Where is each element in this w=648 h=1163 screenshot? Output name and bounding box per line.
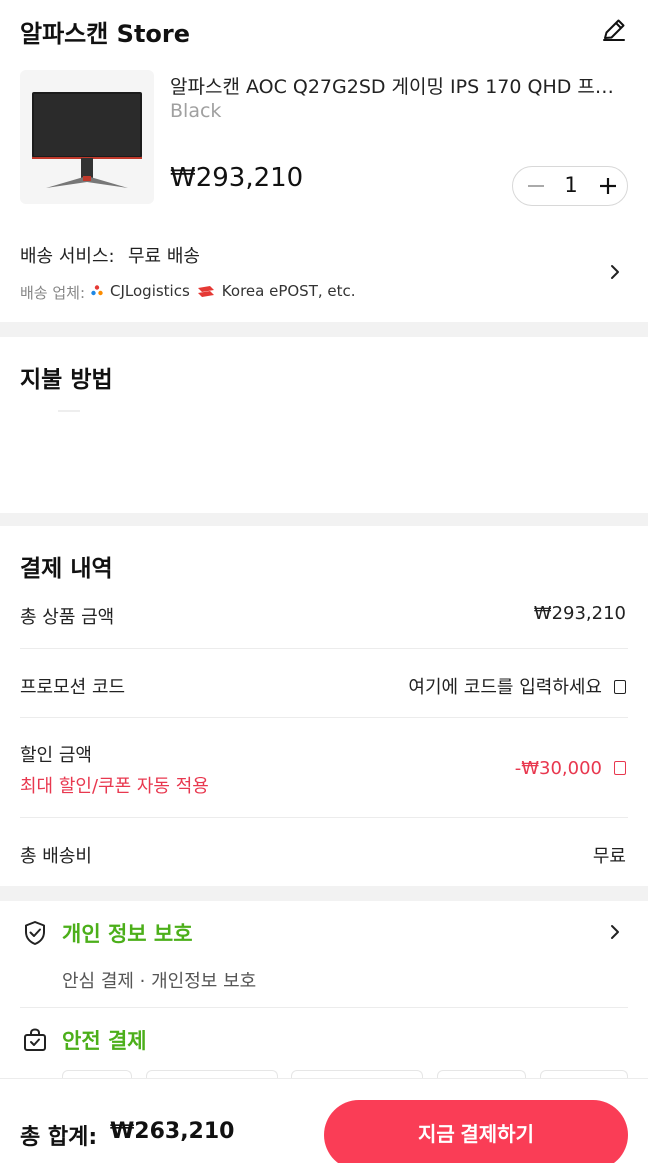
- section-gap: [0, 322, 648, 337]
- summary-title: 결제 내역: [20, 556, 113, 582]
- shipping-fee-label: 총 배송비: [20, 846, 92, 867]
- promo-label: 프로모션 코드: [20, 677, 126, 698]
- promo-placeholder: 여기에 코드를 입력하세요: [408, 677, 602, 698]
- carrier-label: 배송 업체:: [20, 284, 86, 302]
- quantity-stepper: 1: [512, 166, 628, 206]
- pay-now-button[interactable]: 지금 결제하기: [324, 1100, 628, 1163]
- discount-subtext: 최대 할인/쿠폰 자동 적용: [20, 776, 209, 797]
- divider: [20, 817, 628, 818]
- privacy-description: 안심 결제 · 개인정보 보호: [62, 971, 257, 992]
- divider: [20, 717, 628, 718]
- monitor-image-icon: [32, 92, 142, 188]
- section-gap: [0, 886, 648, 901]
- discount-label: 할인 금액: [20, 745, 92, 766]
- discount-amount: -₩30,000: [514, 758, 602, 779]
- shipping-fee-value: 무료: [592, 846, 626, 867]
- secure-payment-title: 안전 결제: [62, 1029, 147, 1053]
- payment-method-placeholder: [58, 410, 80, 412]
- discount-value: -₩30,000: [515, 758, 626, 779]
- minus-icon[interactable]: [521, 171, 551, 201]
- plus-icon[interactable]: [593, 171, 623, 201]
- payment-method-section: 지불 방법: [0, 337, 648, 513]
- secure-bag-icon: [24, 1028, 46, 1051]
- checkout-footer: 총 합계: ₩263,210 지금 결제하기: [0, 1078, 648, 1163]
- chevron-right-icon: [611, 265, 619, 279]
- korea-post-logo-icon: [197, 286, 214, 297]
- chevron-right-icon: [611, 925, 619, 939]
- shipping-service-label: 배송 서비스:: [20, 246, 115, 267]
- cj-logistics-logo-icon: [91, 285, 103, 296]
- promo-input[interactable]: 여기에 코드를 입력하세요: [408, 673, 626, 699]
- carrier-korea-post: Korea ePOST, etc.: [221, 282, 356, 300]
- subtotal-value: ₩293,210: [533, 603, 626, 624]
- edit-pencil-icon[interactable]: [600, 16, 628, 44]
- total-label: 총 합계:: [20, 1125, 98, 1150]
- divider: [20, 648, 628, 649]
- product-name[interactable]: 알파스캔 AOC Q27G2SD 게이밍 IPS 170 QHD 프리싱...: [170, 72, 628, 99]
- quantity-value: 1: [564, 173, 578, 197]
- product-variant: Black: [170, 100, 222, 122]
- divider: [20, 1007, 628, 1008]
- payment-method-title: 지불 방법: [20, 367, 113, 393]
- store-title: 알파스캔 Store: [20, 20, 191, 48]
- placeholder-box-icon: [614, 680, 626, 694]
- product-price: ₩293,210: [170, 163, 304, 193]
- carrier-cj: CJLogistics: [110, 282, 190, 300]
- privacy-title: 개인 정보 보호: [62, 922, 193, 946]
- store-section: 알파스캔 Store 알파스캔 AOC Q27G2SD 게이밍 IPS 170 …: [0, 0, 648, 322]
- total-value: ₩263,210: [110, 1119, 235, 1144]
- section-gap: [0, 513, 648, 526]
- placeholder-box-icon: [614, 761, 626, 775]
- shield-check-icon: [25, 921, 45, 945]
- shipping-service-value: 무료 배송: [128, 246, 200, 267]
- carrier-list: CJLogistics Korea ePOST, etc.: [90, 282, 356, 300]
- subtotal-label: 총 상품 금액: [20, 607, 115, 628]
- product-image[interactable]: [20, 70, 154, 204]
